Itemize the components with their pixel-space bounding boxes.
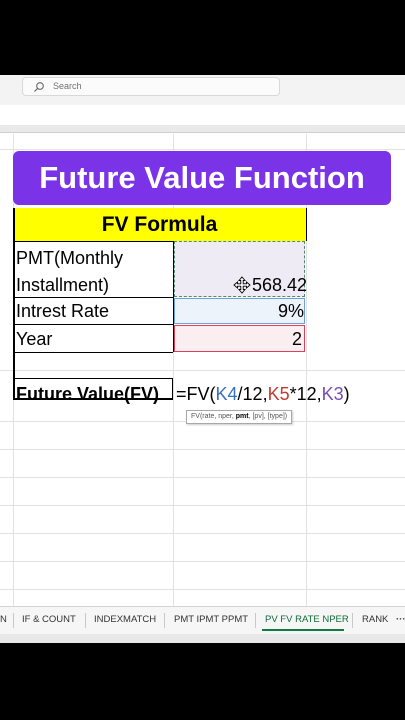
formula-suffix: ) [343,384,350,404]
tooltip-current-arg: pmt [235,413,249,420]
table-border [13,352,173,353]
grid-row-line [0,533,405,534]
grid-row-line [0,505,405,506]
search-placeholder: Search [53,81,82,91]
tooltip-prefix: FV(rate, nper, [191,413,236,420]
function-tooltip[interactable]: FV(rate, nper, pmt, [pv], [type]) [186,410,293,424]
pmt-label-line1: PMT(Monthly [16,248,124,268]
sheet-tab-indexmatch[interactable]: INDEXMATCH [94,614,156,625]
search-input[interactable]: Search [22,77,280,96]
pmt-value: 568.42 [252,275,308,295]
top-black-bar [0,0,405,75]
formula-ref-k4: K4 [215,384,238,404]
tab-divider [255,613,256,628]
excel-window: Search Future Value Function FV Formula [0,75,405,643]
sheet-tab-if-count[interactable]: IF & COUNT [22,614,76,625]
formula-prefix: =FV( [176,384,216,404]
tooltip-suffix: , [pv], [type]) [248,413,288,420]
table-border [13,378,173,379]
grid-row-line [0,370,405,371]
sheet-tab-pmt[interactable]: PMT IPMT PPMT [174,614,248,625]
search-icon [34,82,44,92]
more-tabs-icon[interactable]: ··· [396,614,405,625]
move-cursor-icon [233,276,251,294]
sheet-tab-rank[interactable]: RANK [362,614,388,625]
sheet-tab[interactable]: N [0,614,7,625]
grid-col-line [173,134,174,609]
fv-formula-cell[interactable]: =FV(K4/12,K5*12,K3) [176,384,350,405]
tab-divider [85,613,86,628]
table-header[interactable]: FV Formula [13,208,306,241]
grid-row-line [0,477,405,478]
grid-row-line [0,561,405,562]
status-bar [0,634,405,643]
tab-divider [164,613,165,628]
table-border [172,378,173,399]
formula-part3: *12, [289,384,322,404]
formula-part2: /12, [237,384,268,404]
worksheet-grid[interactable]: Future Value Function FV Formula PMT(Mon… [0,134,405,609]
rate-label: Intrest Rate [16,301,110,321]
formula-ref-k3: K3 [321,384,344,404]
title-bar: Search [0,75,405,105]
year-value-cell[interactable] [174,325,305,352]
year-value: 2 [292,329,303,349]
formula-ref-k5: K5 [267,384,290,404]
ribbon-area [0,105,405,125]
grid-row-line [0,449,405,450]
rate-value: 9% [278,301,305,321]
table-border [173,241,174,352]
sheet-tab-bar: N IF & COUNT INDEXMATCH PMT IPMT PPMT PV… [0,606,405,634]
tab-divider [352,613,353,628]
active-tab-indicator [262,629,344,631]
grid-row-line [0,149,405,150]
formula-bar[interactable] [0,125,405,133]
table-border [13,297,173,298]
grid-col-line [306,134,307,609]
bottom-black-bar [0,643,405,720]
year-label: Year [16,329,53,349]
table-border [13,324,173,325]
sheet-tab-pv-fv-active[interactable]: PV FV RATE NPER [265,614,349,625]
title-banner: Future Value Function [13,151,391,205]
table-border [13,241,173,242]
table-border [306,208,307,241]
tab-divider [13,613,14,628]
fv-label: Future Value(FV) [16,384,160,404]
grid-row-line [0,589,405,590]
table-border [13,208,15,399]
pmt-label-line2: Installment) [16,275,110,295]
